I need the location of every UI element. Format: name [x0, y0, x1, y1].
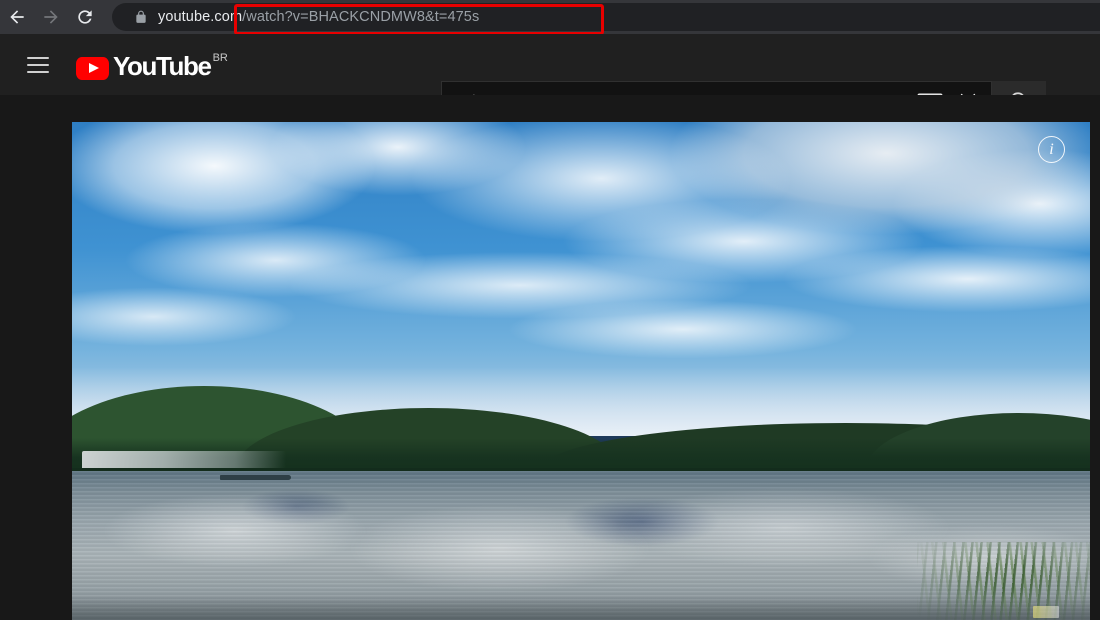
- browser-chrome: youtube.com/watch?v=BHACKCNDMW8&t=475s: [0, 0, 1100, 35]
- water-layer: [72, 470, 1090, 620]
- hamburger-menu-icon[interactable]: [18, 45, 58, 85]
- youtube-country-code: BR: [212, 51, 228, 64]
- lock-icon: [134, 9, 148, 25]
- youtube-logo[interactable]: YouTube BR: [76, 50, 228, 80]
- youtube-logo-text: YouTube: [113, 50, 212, 81]
- back-button[interactable]: [0, 0, 34, 34]
- hamburger-bar: [27, 63, 49, 66]
- url-path: /watch?v=BHACKCNDMW8&t=475s: [242, 9, 480, 25]
- address-bar-text: youtube.com/watch?v=BHACKCNDMW8&t=475s: [158, 9, 479, 25]
- page-body: i: [0, 95, 1100, 620]
- hills-layer: [72, 385, 1090, 473]
- video-watermark: [1033, 605, 1060, 618]
- omnibox-wrap: youtube.com/watch?v=BHACKCNDMW8&t=475s: [112, 3, 1100, 35]
- reeds: [916, 542, 1090, 620]
- video-player[interactable]: i: [72, 122, 1090, 620]
- info-icon[interactable]: i: [1038, 136, 1065, 163]
- boat: [219, 475, 291, 481]
- reload-button[interactable]: [68, 0, 102, 34]
- youtube-play-icon: [76, 56, 109, 80]
- youtube-header: YouTube BR nature: [0, 34, 1100, 121]
- hamburger-bar: [27, 56, 49, 59]
- hamburger-bar: [27, 70, 49, 73]
- address-bar[interactable]: youtube.com/watch?v=BHACKCNDMW8&t=475s: [112, 3, 1100, 31]
- forward-button[interactable]: [34, 0, 68, 34]
- url-host: youtube.com: [158, 9, 243, 25]
